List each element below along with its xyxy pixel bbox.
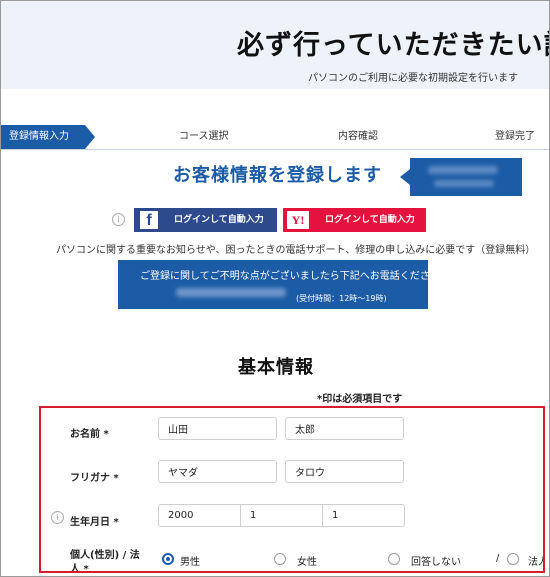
- step-course-select: コース選択: [179, 131, 229, 142]
- callout-badge: [400, 158, 522, 196]
- redacted-text: [434, 180, 494, 187]
- birth-year-input[interactable]: [158, 504, 241, 527]
- radio-corporation-label[interactable]: 法人: [528, 553, 543, 568]
- radio-corporation[interactable]: [507, 553, 519, 565]
- last-name-kana-input[interactable]: [158, 460, 277, 483]
- option-separator: /: [496, 553, 500, 564]
- page-subtitle: パソコンのご利用に必要な初期設定を行います: [308, 73, 518, 84]
- info-icon[interactable]: i: [51, 511, 64, 524]
- phone-support-hours: (受付時間：12時〜19時): [296, 294, 387, 303]
- required-note: *印は必須項目です: [317, 394, 403, 405]
- facebook-login-button[interactable]: f ログインして自動入力: [134, 208, 277, 232]
- info-icon[interactable]: i: [112, 213, 125, 226]
- person-type-label-line2: 人 *: [70, 564, 89, 573]
- registration-notice: パソコンに関する重要なお知らせや、困ったときの電話サポート、修理の申し込みに必要…: [56, 245, 536, 256]
- name-label: お名前 *: [70, 429, 109, 440]
- birth-day-input[interactable]: [322, 504, 405, 527]
- page-title: 必ず行っていただきたい設: [237, 30, 550, 61]
- yahoo-login-button[interactable]: Y! ログインして自動入力: [283, 208, 426, 232]
- facebook-logo-icon: f: [140, 211, 158, 229]
- last-name-input[interactable]: [158, 417, 277, 440]
- kana-label: フリガナ *: [70, 473, 119, 484]
- radio-female[interactable]: [274, 553, 286, 565]
- radio-male-label[interactable]: 男性: [180, 553, 200, 568]
- step-complete: 登録完了: [495, 131, 535, 142]
- progress-steps: 登録情報入力 コース選択 内容確認 登録完了: [1, 125, 549, 149]
- first-name-input[interactable]: [285, 417, 404, 440]
- redacted-text: [428, 166, 498, 174]
- person-type-label-line1: 個人(性別) / 法: [70, 550, 140, 561]
- radio-male[interactable]: [162, 553, 174, 565]
- radio-no-answer[interactable]: [388, 553, 400, 565]
- yahoo-login-label: ログインして自動入力: [325, 215, 415, 225]
- facebook-login-label: ログインして自動入力: [174, 215, 264, 225]
- yahoo-logo-icon: Y!: [287, 211, 309, 229]
- first-name-kana-input[interactable]: [285, 460, 404, 483]
- birthdate-label: 生年月日 *: [70, 517, 119, 528]
- birth-month-input[interactable]: [240, 504, 323, 527]
- steps-divider: [1, 149, 549, 150]
- step-registration-input: 登録情報入力: [1, 125, 95, 149]
- basic-info-form: お名前 * フリガナ * i 生年月日 * 個人(性別) / 法 人 * 男性 …: [39, 406, 545, 573]
- radio-no-answer-label[interactable]: 回答しない: [411, 553, 461, 568]
- page-frame: 必ず行っていただきたい設 パソコンのご利用に必要な初期設定を行います 登録情報入…: [0, 0, 550, 577]
- redacted-phone-number: [176, 288, 286, 297]
- step-confirm: 内容確認: [338, 131, 378, 142]
- register-heading: お客様情報を登録します: [173, 165, 382, 186]
- page-header: 必ず行っていただきたい設 パソコンのご利用に必要な初期設定を行います: [1, 1, 549, 89]
- phone-support-box: ご登録に関してご不明な点がございましたら下記へお電話ください。 (受付時間：12…: [118, 260, 450, 309]
- radio-female-label[interactable]: 女性: [297, 553, 317, 568]
- phone-support-message: ご登録に関してご不明な点がございましたら下記へお電話ください。: [140, 271, 450, 282]
- basic-info-heading: 基本情報: [238, 357, 314, 378]
